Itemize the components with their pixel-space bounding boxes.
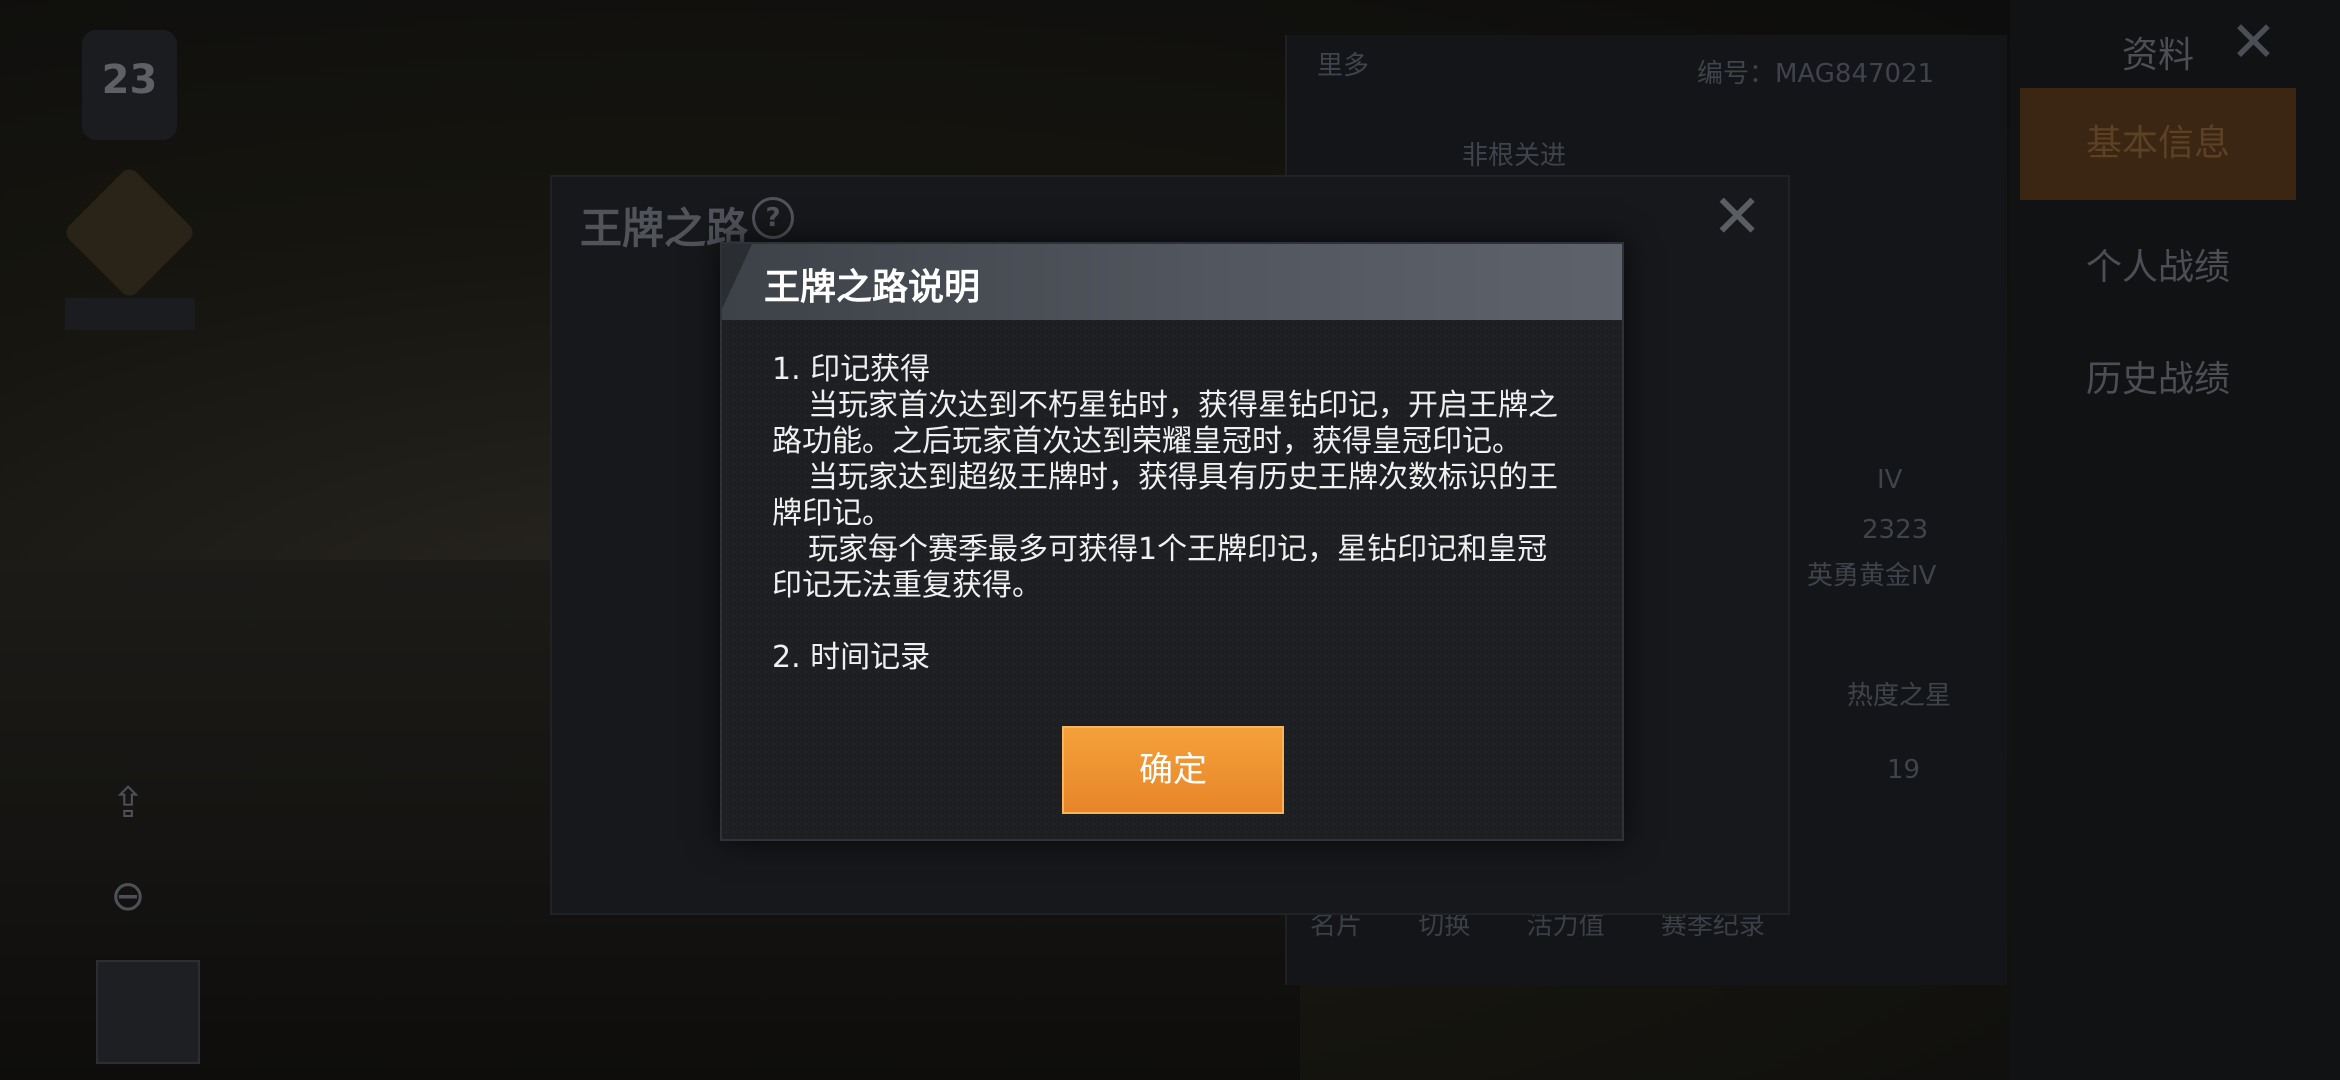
help-icon[interactable]: ? <box>752 197 794 239</box>
profile-likes: 19 <box>1887 755 1921 785</box>
bottom-item-card[interactable]: 名片 <box>1310 911 1362 941</box>
zoom-out-icon[interactable]: ⊖ <box>100 868 156 924</box>
share-icon[interactable]: ⇪ <box>100 775 156 831</box>
rank-emblem-icon <box>62 165 197 300</box>
bottom-item-switch[interactable]: 切换 <box>1418 911 1470 941</box>
section-paragraph: 当玩家首次达到不朽星钻时，获得星钻印记，开启王牌之路功能。之后玩家首次达到荣耀皇… <box>772 388 1558 459</box>
close-icon[interactable]: ✕ <box>2230 10 2277 75</box>
header-decoration <box>722 244 762 320</box>
profile-tag: 非根关进 <box>1462 141 1567 171</box>
modal-title: 王牌之路说明 <box>764 267 981 308</box>
section-paragraph: 当玩家达到超级王牌时，获得具有历史王牌次数标识的王牌印记。 <box>772 460 1558 531</box>
confirm-button[interactable]: 确定 <box>1062 726 1284 814</box>
profile-score: 2323 <box>1862 515 1929 545</box>
rank-emblem-label <box>65 298 195 330</box>
section-paragraph: 玩家每个赛季最多可获得1个王牌印记，星钻印记和皇冠印记无法重复获得。 <box>772 532 1548 603</box>
modal-content[interactable]: 1. 印记获得 当玩家首次达到不朽星钻时，获得星钻印记，开启王牌之路功能。之后玩… <box>772 352 1572 692</box>
tab-basic-info[interactable]: 基本信息 <box>2020 88 2296 200</box>
tab-history-record[interactable]: 历史战绩 <box>2020 350 2296 402</box>
profile-popularity-label: 热度之星 <box>1847 681 1952 711</box>
profile-rank-name: 英勇黄金IV <box>1807 561 1937 591</box>
section-heading: 1. 印记获得 <box>772 352 931 387</box>
profile-id: 编号：MAG847021 <box>1697 59 1935 89</box>
ace-road-info-modal: 王牌之路说明 1. 印记获得 当玩家首次达到不朽星钻时，获得星钻印记，开启王牌之… <box>720 242 1624 841</box>
profile-name: 里多 <box>1317 51 1370 81</box>
right-nav-panel: 资料 ✕ 基本信息 个人战绩 历史战绩 <box>2010 0 2340 1080</box>
season-badge-icon: 23 <box>82 30 177 140</box>
weapon-slot[interactable] <box>96 960 200 1064</box>
section-heading: 2. 时间记录 <box>772 640 931 675</box>
bottom-item-season-record[interactable]: 赛季纪录 <box>1661 911 1765 941</box>
tab-personal-record[interactable]: 个人战绩 <box>2020 238 2296 290</box>
close-icon[interactable]: ✕ <box>1712 187 1762 247</box>
bottom-item-vitality[interactable]: 活力值 <box>1527 911 1605 941</box>
modal-header: 王牌之路说明 <box>722 244 1622 320</box>
profile-tier: IV <box>1877 465 1903 495</box>
